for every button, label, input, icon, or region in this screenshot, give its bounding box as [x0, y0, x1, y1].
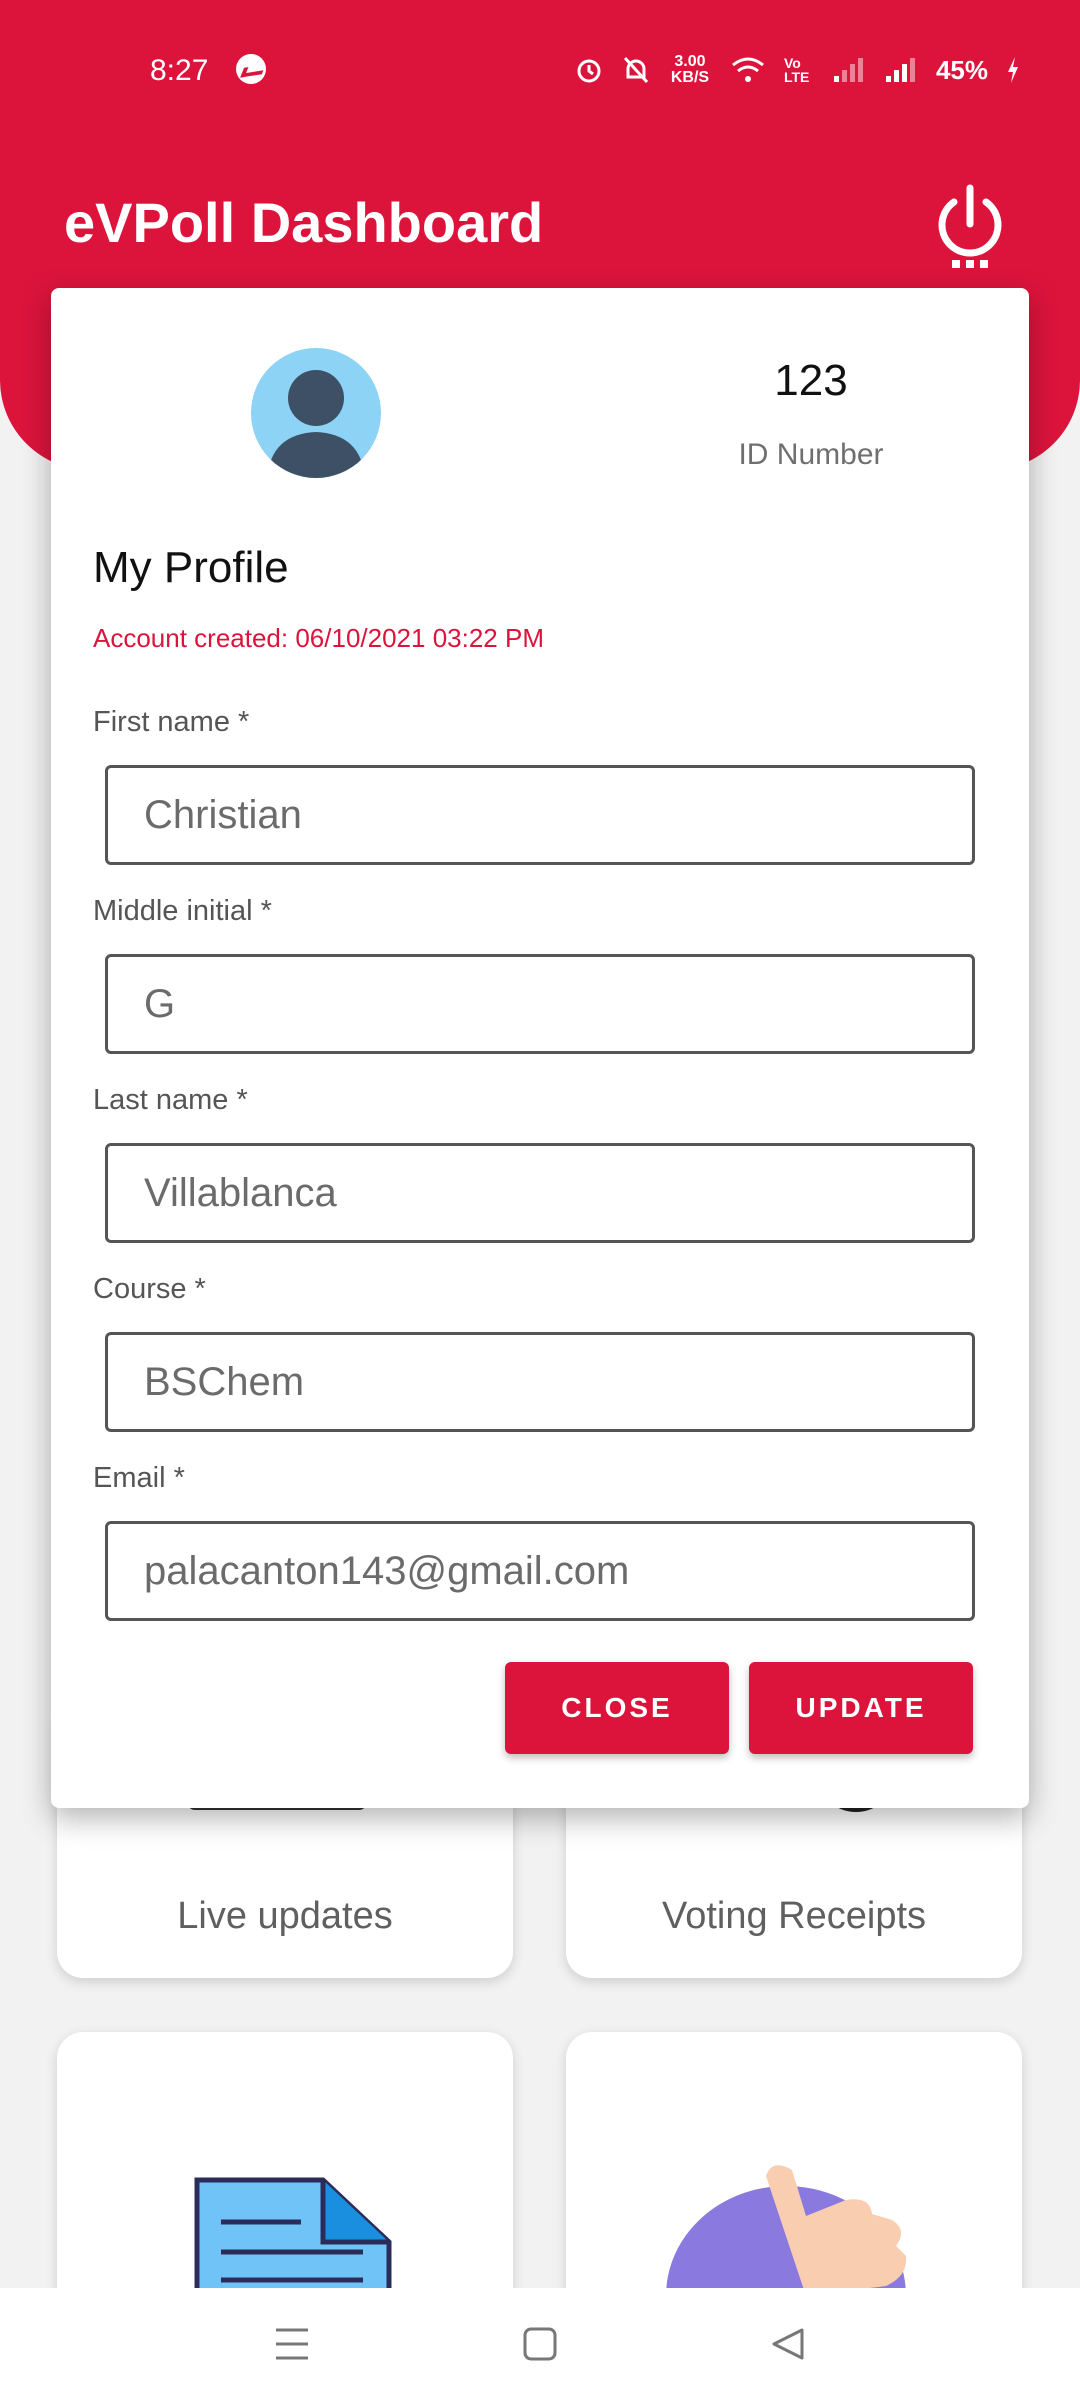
id-number-label: ID Number — [738, 438, 884, 471]
dashboard-card-document[interactable] — [57, 2032, 513, 2332]
user-avatar-icon — [267, 370, 365, 478]
signal-strong-icon — [885, 58, 915, 82]
power-button[interactable] — [930, 180, 1010, 270]
status-time: 8:27 — [150, 54, 209, 87]
update-button[interactable]: UPDATE — [749, 1662, 973, 1754]
dashboard-card-thumbs-up[interactable] — [566, 2032, 1022, 2332]
network-speed: 3.00 KB/S — [670, 53, 710, 86]
home-icon[interactable] — [522, 2326, 558, 2362]
thumbs-up-icon — [666, 2165, 907, 2296]
profile-dialog: 123 ID Number My Profile Account created… — [51, 288, 1029, 1808]
card-label: Live updates — [177, 1895, 393, 1937]
first-name-label: First name * — [93, 706, 250, 738]
id-number: 123 — [774, 356, 848, 405]
last-name-field[interactable]: Villablanca — [105, 1143, 975, 1243]
battery-level: 45% — [935, 54, 988, 85]
middle-initial-field[interactable]: G — [105, 954, 975, 1054]
card-label: Voting Receipts — [661, 1895, 927, 1937]
power-icon — [938, 184, 1002, 268]
menu-icon[interactable] — [272, 2326, 312, 2362]
status-icons: 3.00 KB/S Vo LTE 45% — [574, 54, 1020, 86]
avatar — [251, 348, 381, 478]
system-nav-bar — [0, 2288, 1080, 2400]
status-bar: 8:27 3.00 KB/S Vo LTE 45% — [0, 40, 1080, 100]
account-created-text: Account created: 06/10/2021 03:22 PM — [93, 623, 544, 653]
close-button[interactable]: CLOSE — [505, 1662, 729, 1754]
email-field[interactable]: palacanton143@gmail.com — [105, 1521, 975, 1621]
course-field[interactable]: BSChem — [105, 1332, 975, 1432]
alarm-icon — [577, 59, 601, 83]
mute-bell-icon — [623, 56, 649, 84]
volte-label: Vo LTE — [783, 55, 810, 85]
messenger-icon — [236, 54, 266, 84]
app-title: eVPoll Dashboard — [64, 191, 544, 254]
back-icon[interactable] — [770, 2326, 806, 2362]
course-label: Course * — [93, 1273, 206, 1305]
document-icon — [194, 2177, 392, 2296]
middle-initial-label: Middle initial * — [93, 895, 272, 927]
dialog-title: My Profile — [93, 543, 289, 592]
last-name-label: Last name * — [93, 1084, 248, 1116]
email-label: Email * — [93, 1462, 185, 1494]
signal-weak-icon — [833, 58, 863, 82]
first-name-field[interactable]: Christian — [105, 765, 975, 865]
charging-icon — [1008, 57, 1018, 83]
wifi-icon — [732, 57, 764, 82]
